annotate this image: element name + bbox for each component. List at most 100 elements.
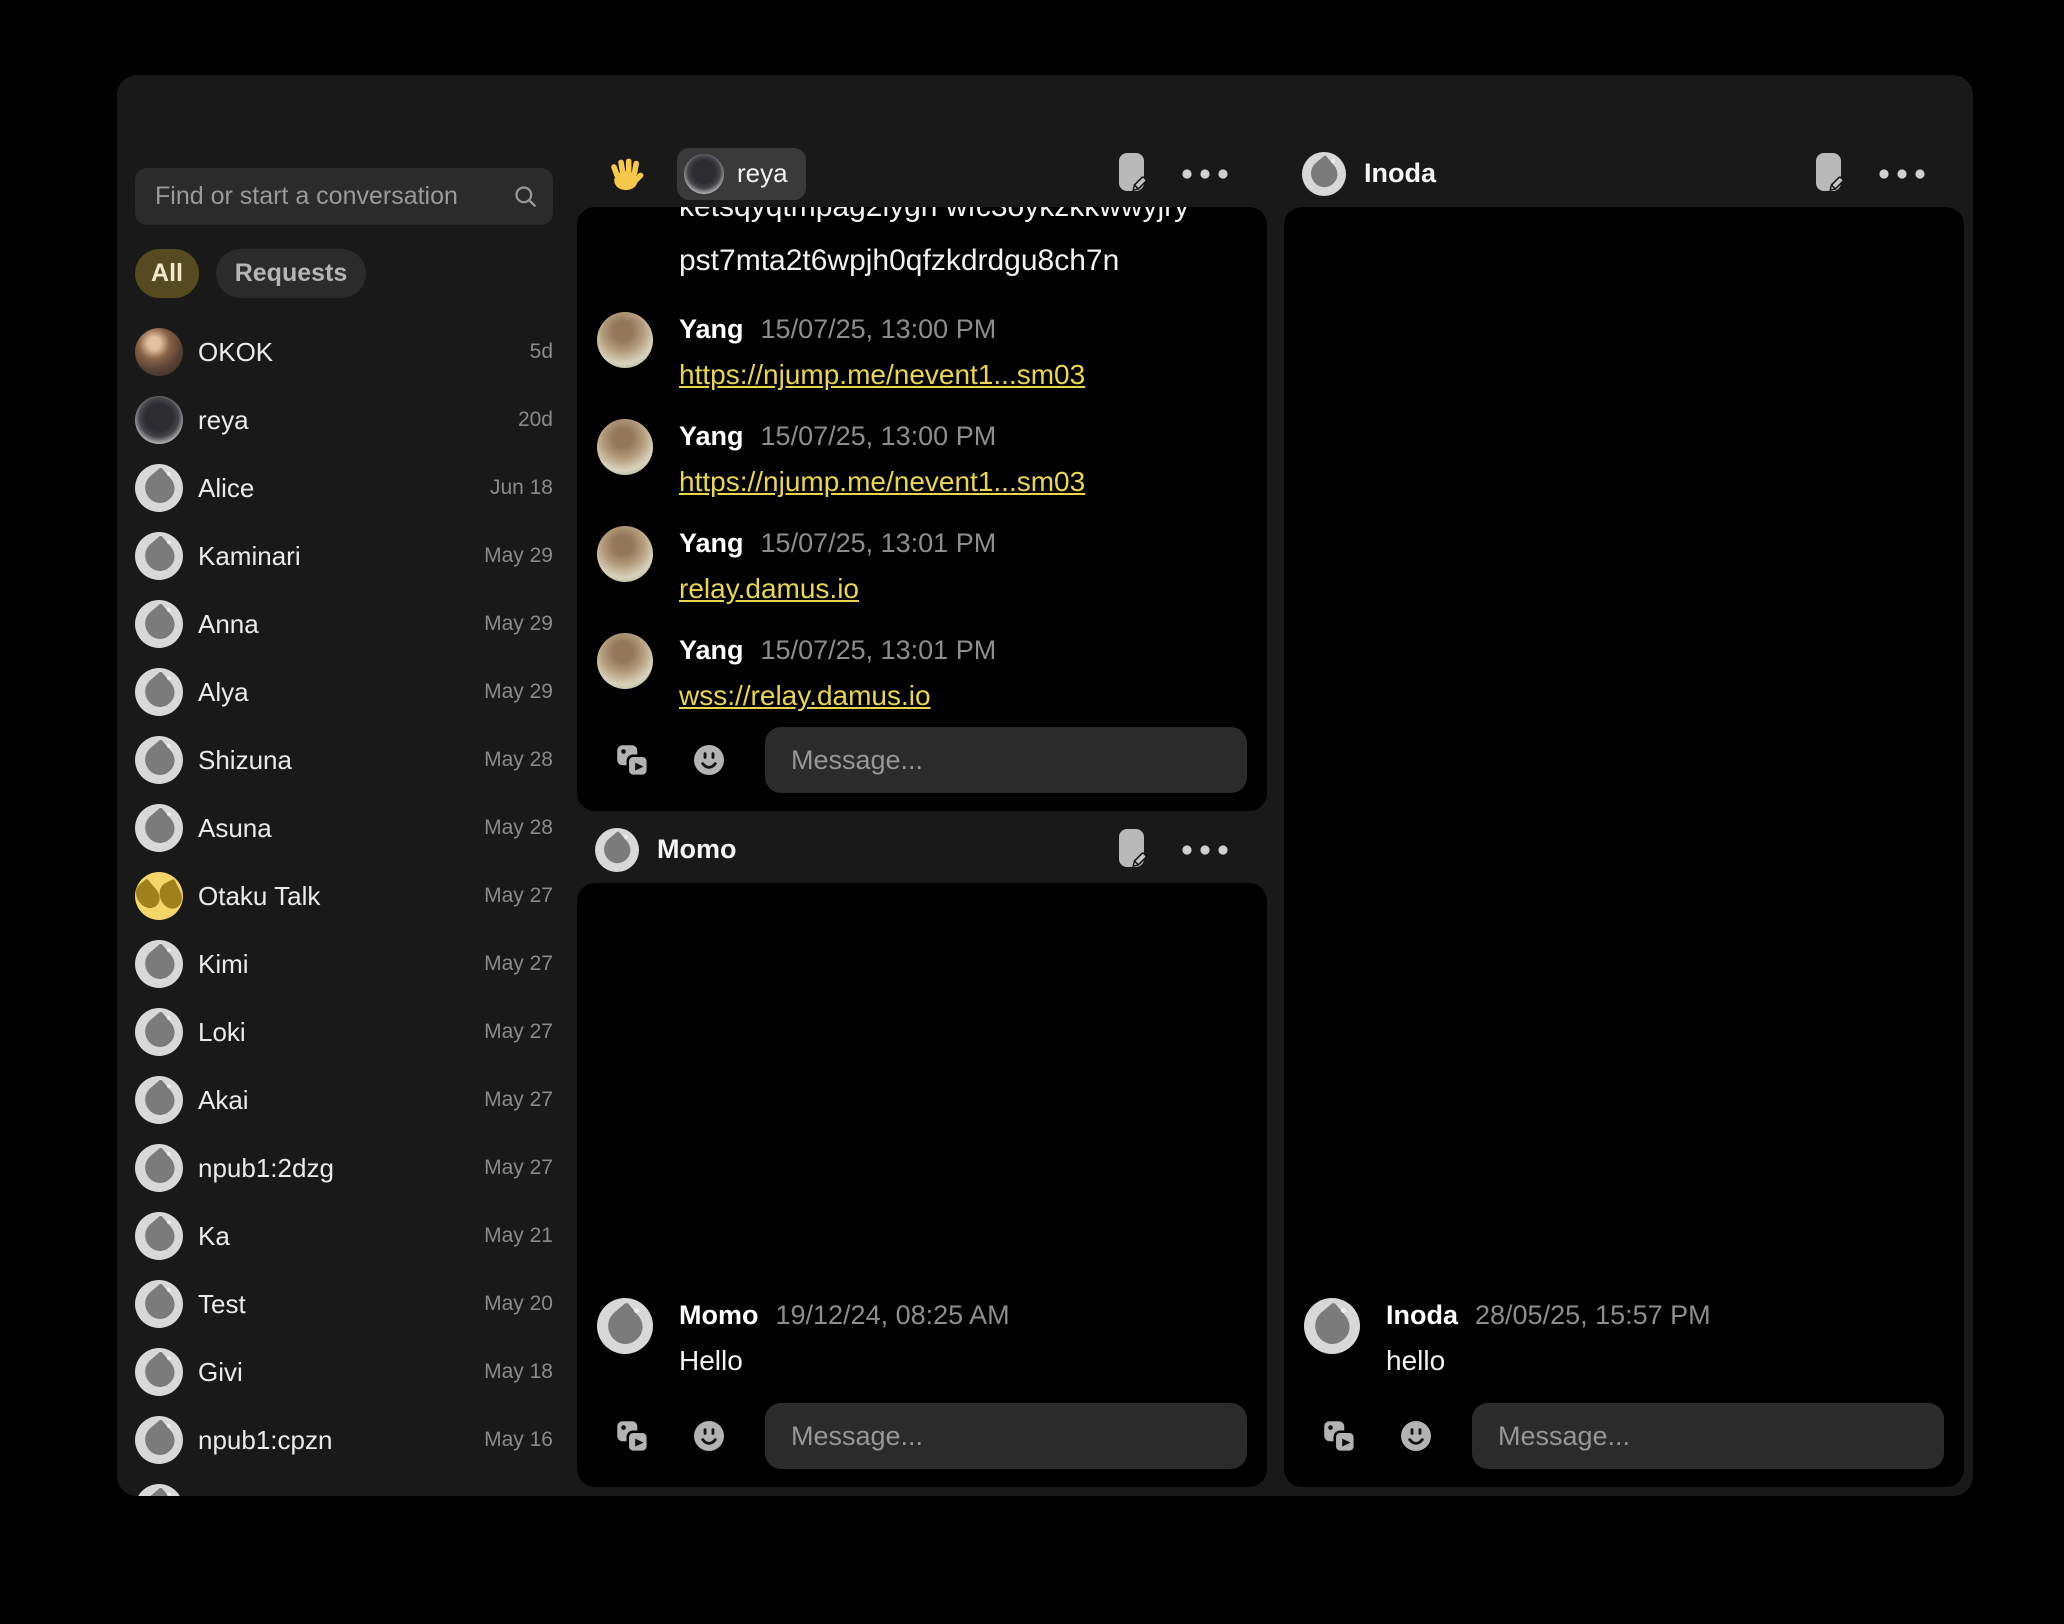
conversation-avatar [135, 1348, 183, 1396]
sidebar: All Requests OKOK 5d reya 20d [117, 75, 577, 1496]
conversation-date: May 28 [484, 748, 553, 772]
message: Yang 15/07/25, 13:00 PM https://njump.me… [597, 419, 1237, 502]
compose-note-icon[interactable] [1117, 151, 1149, 197]
emoji-picker-icon[interactable] [691, 1418, 727, 1454]
sender-avatar[interactable] [597, 1298, 653, 1354]
list-item[interactable]: Shizuna May 28 [117, 726, 577, 794]
message-input[interactable] [765, 727, 1247, 793]
more-menu-icon[interactable] [1181, 844, 1229, 856]
pubkey-text: ketsqyqtmpag2lygn wfc3oykzkkwwyjry pst7m… [679, 207, 1237, 288]
input-bar [1284, 1393, 1964, 1487]
message-link[interactable]: relay.damus.io [679, 569, 996, 609]
chat-panel-momo: Momo Momo 19/12/24, 08:25 AM [577, 816, 1267, 1487]
chat-header: Momo [577, 816, 1267, 883]
list-item[interactable]: Loki May 27 [117, 998, 577, 1066]
conversation-date: May 28 [484, 816, 553, 840]
message-area: ketsqyqtmpag2lygn wfc3oykzkkwwyjry pst7m… [577, 207, 1267, 811]
message-input[interactable] [765, 1403, 1247, 1469]
conversation-date: May 18 [484, 1360, 553, 1384]
conversation-avatar [135, 668, 183, 716]
message-link[interactable]: https://njump.me/nevent1...sm03 [679, 462, 1085, 502]
list-item[interactable]: Givi May 18 [117, 1338, 577, 1406]
list-item[interactable]: Kimi May 27 [117, 930, 577, 998]
conversation-date: May 27 [484, 1088, 553, 1112]
conversation-avatar [135, 600, 183, 648]
compose-note-icon[interactable] [1814, 151, 1846, 197]
list-item[interactable]: Akai May 27 [117, 1066, 577, 1134]
conversation-date: May 16 [484, 1428, 553, 1452]
message-scrollback[interactable]: Momo 19/12/24, 08:25 AM Hello [577, 883, 1267, 1393]
conversation-date: 5d [530, 340, 553, 364]
conversation-name: Test [198, 1289, 246, 1320]
list-item[interactable]: Otaku Talk May 27 [117, 862, 577, 930]
list-item[interactable]: Kaminari May 29 [117, 522, 577, 590]
sender-avatar[interactable] [597, 526, 653, 582]
tab-all[interactable]: All [135, 249, 199, 298]
emoji-picker-icon[interactable] [1398, 1418, 1434, 1454]
message-link[interactable]: wss://relay.damus.io [679, 676, 996, 716]
list-item[interactable]: reya 20d [117, 386, 577, 454]
conversation-date: May 29 [484, 544, 553, 568]
compose-note-icon[interactable] [1117, 827, 1149, 873]
list-item[interactable]: OKOK 5d [117, 318, 577, 386]
peer-chip[interactable]: reya [677, 148, 806, 200]
list-item[interactable]: Asuna May 28 [117, 794, 577, 862]
sender-name: Yang [679, 419, 744, 453]
message-input[interactable] [1472, 1403, 1944, 1469]
message-area: Inoda 28/05/25, 15:57 PM hello [1284, 207, 1964, 1487]
list-item[interactable]: npub1:cpzn May 16 [117, 1406, 577, 1474]
media-picker-icon[interactable] [613, 1417, 651, 1455]
sender-name: Momo [679, 1298, 758, 1332]
sender-name: Yang [679, 633, 744, 667]
input-bar [577, 717, 1267, 811]
search-icon [512, 183, 539, 210]
conversation-avatar [135, 532, 183, 580]
sender-avatar[interactable] [597, 633, 653, 689]
peer-avatar[interactable] [1302, 152, 1346, 196]
conversation-date: May 29 [484, 612, 553, 636]
message: Yang 15/07/25, 13:00 PM https://njump.me… [597, 312, 1237, 395]
tab-requests[interactable]: Requests [216, 249, 366, 298]
message-link[interactable]: https://njump.me/nevent1...sm03 [679, 355, 1085, 395]
conversation-name: Otaku Talk [198, 881, 320, 912]
sender-avatar[interactable] [597, 419, 653, 475]
sender-name: Inoda [1386, 1298, 1458, 1332]
message-timestamp: 15/07/25, 13:01 PM [761, 633, 997, 667]
search-input[interactable] [135, 168, 553, 225]
message: Yang 15/07/25, 13:01 PM wss://relay.damu… [597, 633, 1237, 716]
list-item[interactable]: Test May 20 [117, 1270, 577, 1338]
conversation-date: May 20 [484, 1292, 553, 1316]
peer-name: reya [737, 158, 788, 189]
conversation-avatar [135, 872, 183, 920]
app-window: All Requests OKOK 5d reya 20d [117, 75, 1973, 1496]
list-item[interactable]: Anna May 29 [117, 590, 577, 658]
conversation-avatar [135, 1484, 183, 1496]
list-item[interactable]: Ka May 21 [117, 1202, 577, 1270]
conversation-name: Anna [198, 609, 259, 640]
conversation-name: npub1:cpzn [198, 1425, 332, 1456]
conversation-avatar [135, 464, 183, 512]
media-picker-icon[interactable] [1320, 1417, 1358, 1455]
emoji-picker-icon[interactable] [691, 742, 727, 778]
message-text: hello [1386, 1341, 1711, 1381]
conversation-date: 20d [518, 408, 553, 432]
peer-avatar[interactable] [595, 828, 639, 872]
media-picker-icon[interactable] [613, 741, 651, 779]
list-item[interactable]: npub1:2dzg May 27 [117, 1134, 577, 1202]
sender-avatar[interactable] [597, 312, 653, 368]
message-scrollback[interactable]: Inoda 28/05/25, 15:57 PM hello [1284, 207, 1964, 1393]
more-menu-icon[interactable] [1181, 168, 1229, 180]
message: Momo 19/12/24, 08:25 AM Hello [597, 1298, 1237, 1381]
list-item[interactable] [117, 1474, 577, 1496]
message-timestamp: 19/12/24, 08:25 AM [775, 1298, 1009, 1332]
message-scrollback[interactable]: ketsqyqtmpag2lygn wfc3oykzkkwwyjry pst7m… [577, 207, 1267, 717]
peer-name: Inoda [1364, 158, 1436, 189]
message: Inoda 28/05/25, 15:57 PM hello [1304, 1298, 1934, 1381]
sender-avatar[interactable] [1304, 1298, 1360, 1354]
search-box [135, 168, 553, 225]
list-item[interactable]: Alice Jun 18 [117, 454, 577, 522]
input-bar [577, 1393, 1267, 1487]
more-menu-icon[interactable] [1878, 168, 1926, 180]
conversation-name: Shizuna [198, 745, 292, 776]
list-item[interactable]: Alya May 29 [117, 658, 577, 726]
